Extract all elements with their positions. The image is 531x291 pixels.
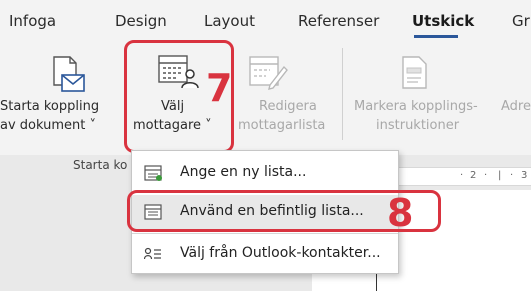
highlight-fields-label-2: instruktioner — [376, 118, 460, 133]
highlight-fields-label-1: Markera kopplings- — [354, 99, 478, 114]
start-merge-label-2: av dokument ˅ — [0, 118, 96, 133]
edit-list-label-2: mottagarlista — [238, 118, 326, 133]
ruler-mark: 3 — [521, 170, 528, 181]
start-merge-icon — [50, 55, 86, 99]
menu-item-new-list[interactable]: Ange en ny lista... — [132, 156, 398, 190]
highlight-fields-icon — [400, 55, 430, 95]
step7-number: 7 — [206, 66, 233, 110]
edit-list-label-1: Redigera — [259, 99, 317, 114]
new-list-icon — [144, 165, 162, 181]
contacts-icon — [143, 246, 162, 262]
ruler-mark: · — [510, 170, 514, 181]
menu-item-label: Välj från Outlook-kontakter... — [180, 245, 381, 261]
ruler-mark: · — [460, 170, 464, 181]
menu-item-label: Ange en ny lista... — [180, 164, 307, 180]
tab-gr[interactable]: Gr — [512, 12, 530, 30]
group-label-start-merge: Starta ko — [73, 158, 128, 172]
tab-referenser[interactable]: Referenser — [298, 12, 379, 30]
address-block-label[interactable]: Adre — [501, 99, 531, 114]
step8-number: 8 — [387, 191, 414, 235]
ruler-mark: · — [484, 170, 488, 181]
tab-infoga[interactable]: Infoga — [9, 12, 56, 30]
tab-design[interactable]: Design — [115, 12, 167, 30]
ruler-mark: | — [498, 170, 502, 181]
active-tab-indicator — [414, 35, 458, 38]
ruler-mark: 2 — [470, 170, 477, 181]
start-merge-label-1: Starta koppling — [0, 99, 100, 114]
ribbon-tab-bar: Infoga Design Layout Referenser Utskick … — [0, 0, 531, 40]
edit-list-icon — [248, 53, 288, 97]
tab-utskick[interactable]: Utskick — [412, 12, 474, 30]
menu-divider — [132, 233, 398, 234]
tab-layout[interactable]: Layout — [204, 12, 255, 30]
menu-item-outlook-contacts[interactable]: Välj från Outlook-kontakter... — [132, 237, 398, 271]
group-divider — [342, 48, 343, 140]
